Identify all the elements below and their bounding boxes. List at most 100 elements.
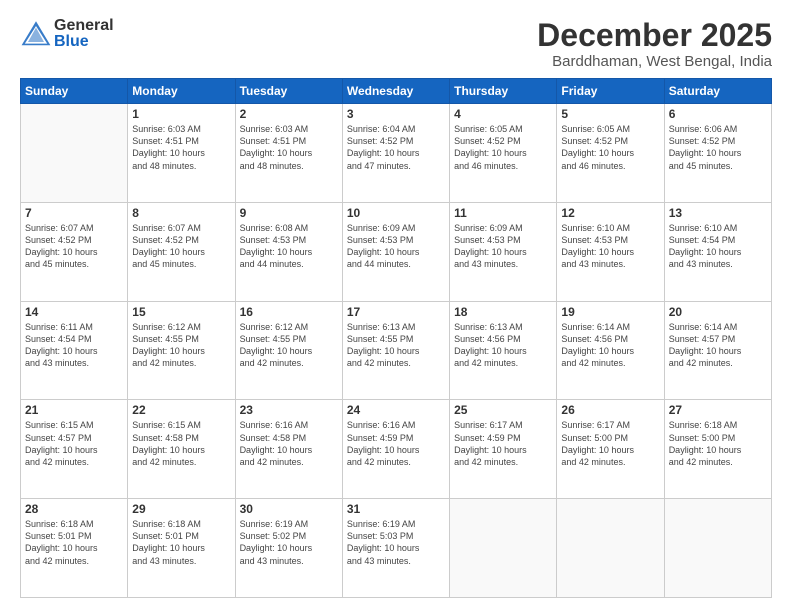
col-friday: Friday — [557, 79, 664, 104]
day-number: 31 — [347, 502, 445, 516]
day-info: Sunrise: 6:05 AM Sunset: 4:52 PM Dayligh… — [561, 123, 659, 172]
calendar-week-row: 14 Sunrise: 6:11 AM Sunset: 4:54 PM Dayli… — [21, 301, 772, 400]
day-info: Sunrise: 6:10 AM Sunset: 4:54 PM Dayligh… — [669, 222, 767, 271]
day-info: Sunrise: 6:07 AM Sunset: 4:52 PM Dayligh… — [132, 222, 230, 271]
table-row: 23 Sunrise: 6:16 AM Sunset: 4:58 PM Dayli… — [235, 400, 342, 499]
table-row: 13 Sunrise: 6:10 AM Sunset: 4:54 PM Dayli… — [664, 202, 771, 301]
calendar-week-row: 21Sunrise: 6:15 AM Sunset: 4:57 PM Dayli… — [21, 400, 772, 499]
day-info: Sunrise: 6:04 AM Sunset: 4:52 PM Dayligh… — [347, 123, 445, 172]
table-row: 24 Sunrise: 6:16 AM Sunset: 4:59 PM Dayli… — [342, 400, 449, 499]
day-number: 11 — [454, 206, 552, 220]
day-info: Sunrise: 6:15 AM Sunset: 4:58 PM Dayligh… — [132, 419, 230, 468]
day-info: Sunrise: 6:08 AM Sunset: 4:53 PM Dayligh… — [240, 222, 338, 271]
table-row: 17 Sunrise: 6:13 AM Sunset: 4:55 PM Dayli… — [342, 301, 449, 400]
day-number: 17 — [347, 305, 445, 319]
col-thursday: Thursday — [450, 79, 557, 104]
col-saturday: Saturday — [664, 79, 771, 104]
day-number: 13 — [669, 206, 767, 220]
col-tuesday: Tuesday — [235, 79, 342, 104]
table-row — [21, 104, 128, 203]
logo-general: General — [54, 18, 114, 34]
day-number: 4 — [454, 107, 552, 121]
page: General Blue December 2025 Barddhaman, W… — [0, 0, 792, 612]
table-row: 12Sunrise: 6:10 AM Sunset: 4:53 PM Dayli… — [557, 202, 664, 301]
table-row: 9 Sunrise: 6:08 AM Sunset: 4:53 PM Daylig… — [235, 202, 342, 301]
day-number: 10 — [347, 206, 445, 220]
table-row: 18Sunrise: 6:13 AM Sunset: 4:56 PM Dayli… — [450, 301, 557, 400]
day-info: Sunrise: 6:18 AM Sunset: 5:00 PM Dayligh… — [669, 419, 767, 468]
day-number: 27 — [669, 403, 767, 417]
table-row: 25Sunrise: 6:17 AM Sunset: 4:59 PM Dayli… — [450, 400, 557, 499]
day-number: 23 — [240, 403, 338, 417]
day-info: Sunrise: 6:18 AM Sunset: 5:01 PM Dayligh… — [132, 518, 230, 567]
table-row: 30Sunrise: 6:19 AM Sunset: 5:02 PM Dayli… — [235, 499, 342, 598]
table-row: 14 Sunrise: 6:11 AM Sunset: 4:54 PM Dayli… — [21, 301, 128, 400]
day-number: 7 — [25, 206, 123, 220]
main-title: December 2025 — [537, 18, 772, 53]
day-info: Sunrise: 6:16 AM Sunset: 4:59 PM Dayligh… — [347, 419, 445, 468]
subtitle: Barddhaman, West Bengal, India — [537, 53, 772, 70]
logo-icon — [20, 18, 52, 50]
table-row: 27 Sunrise: 6:18 AM Sunset: 5:00 PM Dayli… — [664, 400, 771, 499]
table-row — [664, 499, 771, 598]
calendar-table: Sunday Monday Tuesday Wednesday Thursday… — [20, 78, 772, 598]
day-number: 26 — [561, 403, 659, 417]
day-number: 30 — [240, 502, 338, 516]
day-number: 14 — [25, 305, 123, 319]
table-row: 1Sunrise: 6:03 AM Sunset: 4:51 PM Daylig… — [128, 104, 235, 203]
day-number: 12 — [561, 206, 659, 220]
day-info: Sunrise: 6:06 AM Sunset: 4:52 PM Dayligh… — [669, 123, 767, 172]
day-number: 16 — [240, 305, 338, 319]
table-row: 7 Sunrise: 6:07 AM Sunset: 4:52 PM Daylig… — [21, 202, 128, 301]
calendar-body: 1 Sunrise: 6:03 AM Sunset: 4:51 PM Daylig… — [21, 104, 772, 598]
day-info: Sunrise: 6:12 AM Sunset: 4:55 PM Dayligh… — [132, 321, 230, 370]
day-info: Sunrise: 6:13 AM Sunset: 4:55 PM Dayligh… — [347, 321, 445, 370]
day-number: 29 — [132, 502, 230, 516]
day-info: Sunrise: 6:16 AM Sunset: 4:58 PM Dayligh… — [240, 419, 338, 468]
col-monday: Monday — [128, 79, 235, 104]
logo-blue: Blue — [54, 34, 114, 50]
day-number: 28 — [25, 502, 123, 516]
table-row: 2Sunrise: 6:03 AM Sunset: 4:51 PM Daylig… — [235, 104, 342, 203]
day-number: 5 — [561, 107, 659, 121]
calendar-week-row: 28 Sunrise: 6:18 AM Sunset: 5:01 PM Dayli… — [21, 499, 772, 598]
day-info: Sunrise: 6:13 AM Sunset: 4:56 PM Dayligh… — [454, 321, 552, 370]
table-row — [450, 499, 557, 598]
day-info: Sunrise: 6:07 AM Sunset: 4:52 PM Dayligh… — [25, 222, 123, 271]
calendar-header-row: Sunday Monday Tuesday Wednesday Thursday… — [21, 79, 772, 104]
day-number: 20 — [669, 305, 767, 319]
day-number: 24 — [347, 403, 445, 417]
table-row: 6Sunrise: 6:06 AM Sunset: 4:52 PM Daylig… — [664, 104, 771, 203]
day-info: Sunrise: 6:19 AM Sunset: 5:03 PM Dayligh… — [347, 518, 445, 567]
day-info: Sunrise: 6:17 AM Sunset: 5:00 PM Dayligh… — [561, 419, 659, 468]
day-info: Sunrise: 6:09 AM Sunset: 4:53 PM Dayligh… — [347, 222, 445, 271]
table-row: 11Sunrise: 6:09 AM Sunset: 4:53 PM Dayli… — [450, 202, 557, 301]
table-row: 16Sunrise: 6:12 AM Sunset: 4:55 PM Dayli… — [235, 301, 342, 400]
table-row: 28Sunrise: 6:18 AM Sunset: 5:01 PM Dayli… — [21, 499, 128, 598]
table-row: 5 Sunrise: 6:05 AM Sunset: 4:52 PM Daylig… — [557, 104, 664, 203]
table-row: 20Sunrise: 6:14 AM Sunset: 4:57 PM Dayli… — [664, 301, 771, 400]
col-sunday: Sunday — [21, 79, 128, 104]
table-row: 22Sunrise: 6:15 AM Sunset: 4:58 PM Dayli… — [128, 400, 235, 499]
table-row: 15 Sunrise: 6:12 AM Sunset: 4:55 PM Dayli… — [128, 301, 235, 400]
calendar-week-row: 1 Sunrise: 6:03 AM Sunset: 4:51 PM Daylig… — [21, 104, 772, 203]
table-row: 19Sunrise: 6:14 AM Sunset: 4:56 PM Dayli… — [557, 301, 664, 400]
table-row: 10 Sunrise: 6:09 AM Sunset: 4:53 PM Dayli… — [342, 202, 449, 301]
header: General Blue December 2025 Barddhaman, W… — [20, 18, 772, 70]
day-info: Sunrise: 6:11 AM Sunset: 4:54 PM Dayligh… — [25, 321, 123, 370]
table-row: 26 Sunrise: 6:17 AM Sunset: 5:00 PM Dayli… — [557, 400, 664, 499]
day-number: 3 — [347, 107, 445, 121]
table-row: 31 Sunrise: 6:19 AM Sunset: 5:03 PM Dayli… — [342, 499, 449, 598]
day-info: Sunrise: 6:03 AM Sunset: 4:51 PM Dayligh… — [240, 123, 338, 172]
day-number: 15 — [132, 305, 230, 319]
table-row: 21Sunrise: 6:15 AM Sunset: 4:57 PM Dayli… — [21, 400, 128, 499]
calendar-week-row: 7 Sunrise: 6:07 AM Sunset: 4:52 PM Daylig… — [21, 202, 772, 301]
table-row — [557, 499, 664, 598]
logo-text: General Blue — [54, 18, 114, 50]
table-row: 3 Sunrise: 6:04 AM Sunset: 4:52 PM Daylig… — [342, 104, 449, 203]
day-info: Sunrise: 6:17 AM Sunset: 4:59 PM Dayligh… — [454, 419, 552, 468]
col-wednesday: Wednesday — [342, 79, 449, 104]
table-row: 4Sunrise: 6:05 AM Sunset: 4:52 PM Daylig… — [450, 104, 557, 203]
day-number: 9 — [240, 206, 338, 220]
day-number: 1 — [132, 107, 230, 121]
